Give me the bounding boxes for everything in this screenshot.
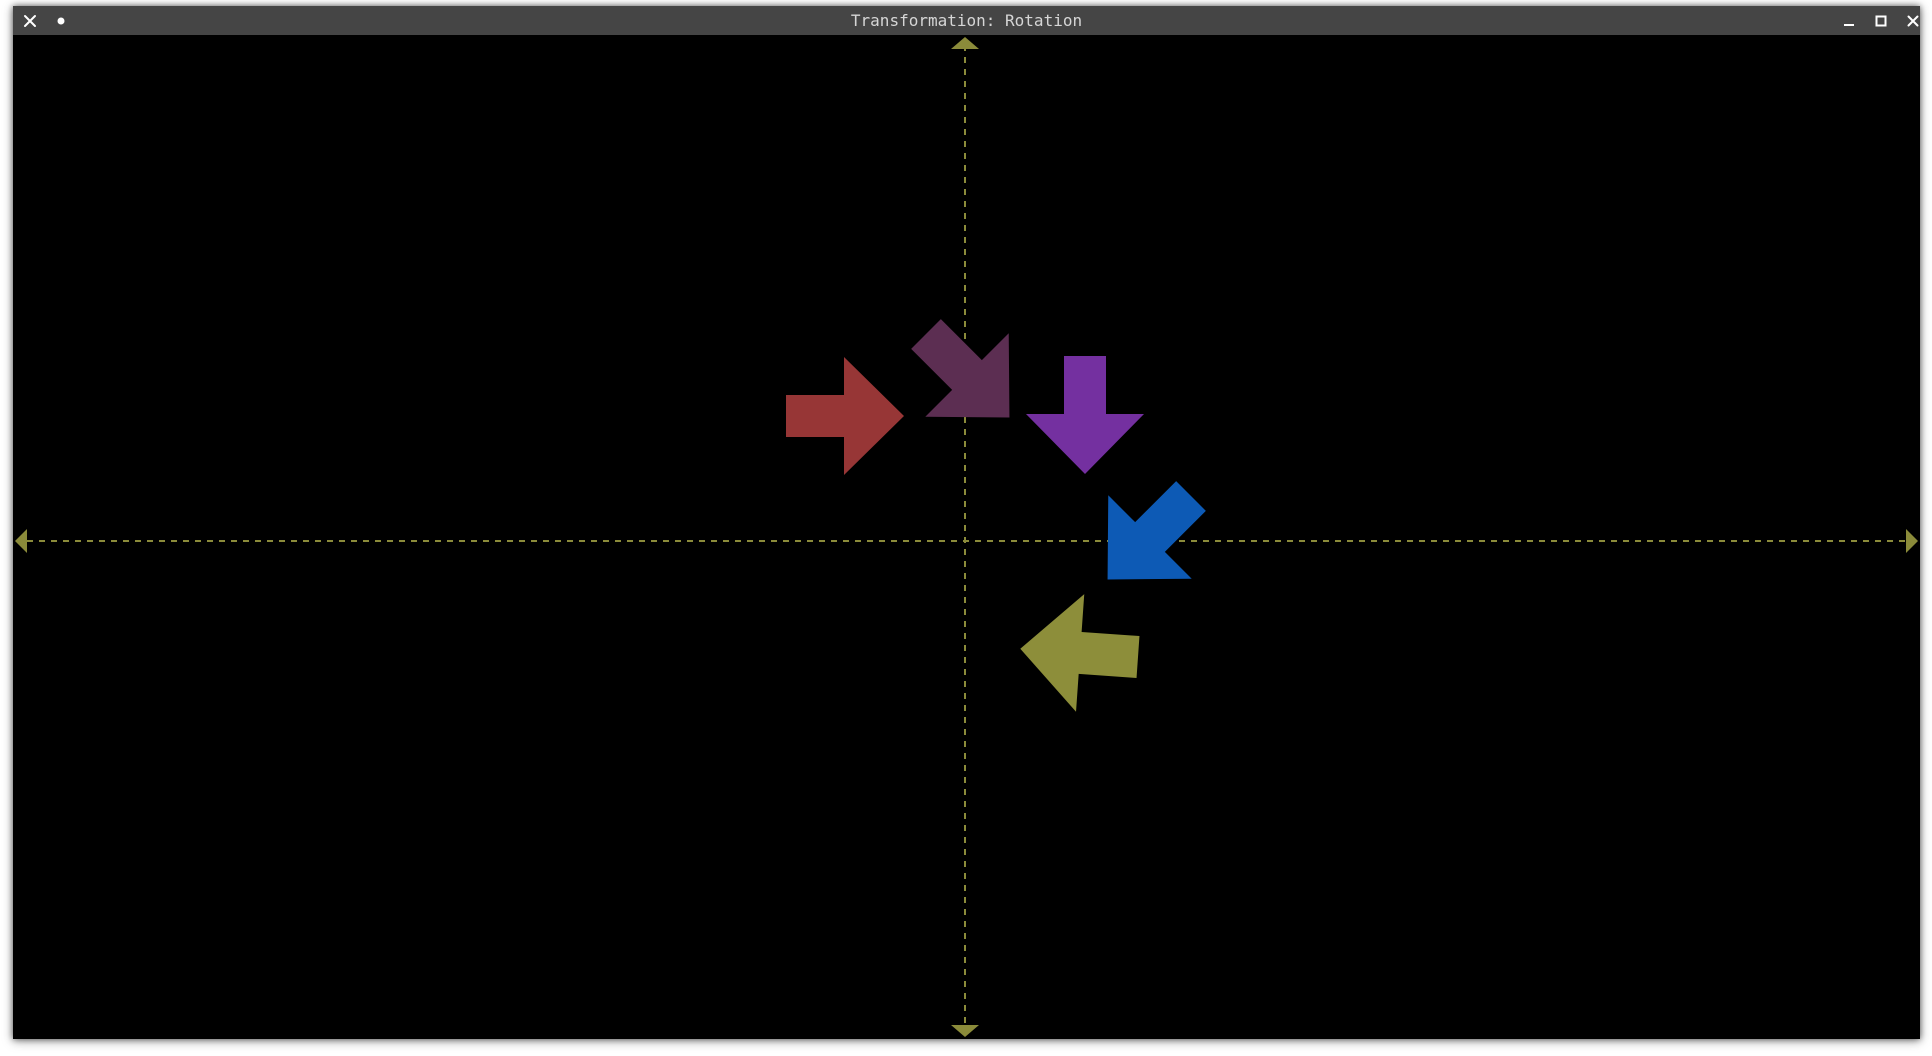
- axes: [15, 37, 1918, 1037]
- canvas-svg: [15, 37, 1918, 1037]
- x-axis-left-arrowhead: [15, 529, 27, 553]
- y-axis-top-arrowhead: [951, 37, 979, 49]
- arrow-blue: [1107, 481, 1206, 580]
- arrow-purple: [1026, 356, 1144, 474]
- title-bar[interactable]: Transformation: Rotation: [13, 6, 1920, 35]
- maximize-icon[interactable]: [1869, 6, 1893, 35]
- window-title: Transformation: Rotation: [850, 11, 1083, 30]
- arrow-olive: [1020, 594, 1140, 712]
- arrow-red: [786, 357, 904, 475]
- close-window-icon[interactable]: [1901, 6, 1920, 35]
- drawing-canvas[interactable]: [13, 35, 1920, 1039]
- minimize-icon[interactable]: [1837, 6, 1861, 35]
- y-axis-bottom-arrowhead: [951, 1025, 979, 1037]
- x-axis-right-arrowhead: [1906, 529, 1918, 553]
- arrow-maroon: [911, 319, 1010, 418]
- app-window: Transformation: Rotation: [13, 6, 1920, 1039]
